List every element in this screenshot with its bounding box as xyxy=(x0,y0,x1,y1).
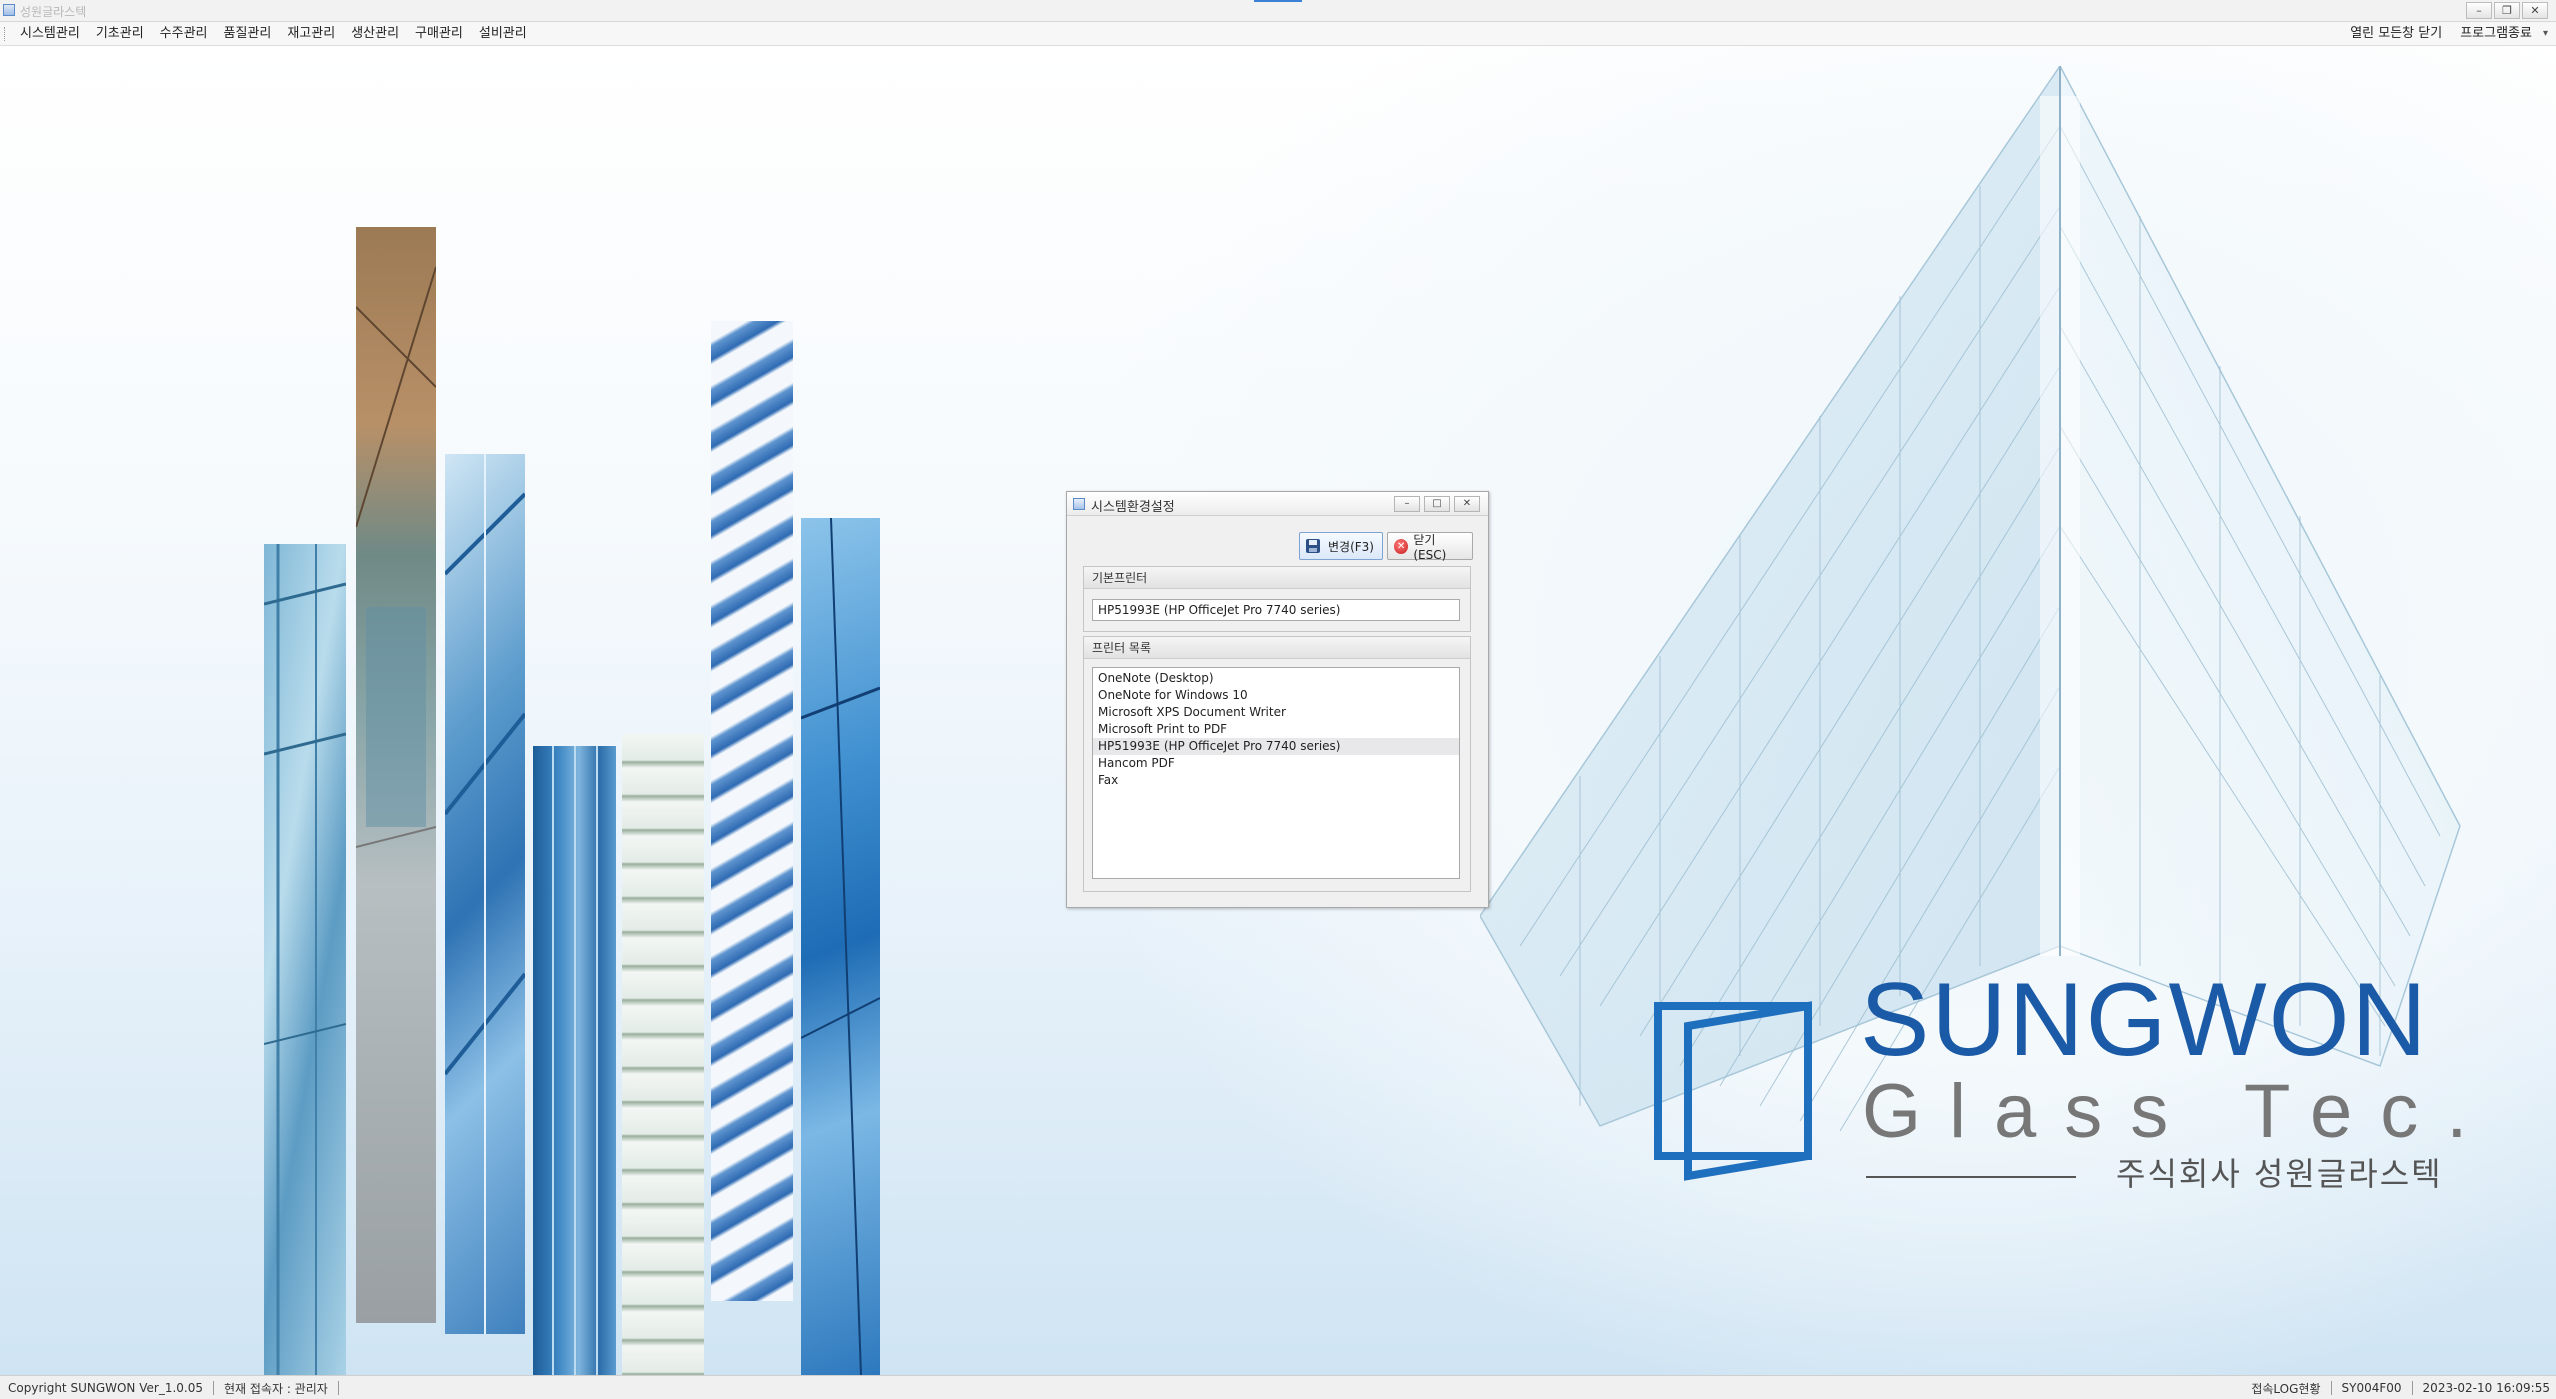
status-separator xyxy=(213,1381,214,1395)
menu-production[interactable]: 생산관리 xyxy=(343,22,407,46)
close-button-label: 닫기(ESC) xyxy=(1413,532,1447,562)
logo-subtitle: Glass Tec. xyxy=(1862,1069,2496,1154)
current-user: 현재 접속자 : 관리자 xyxy=(224,1381,328,1396)
save-button[interactable]: 변경(F3) xyxy=(1299,532,1383,560)
strip-1-pattern xyxy=(264,544,346,1375)
default-printer-field[interactable]: HP51993E (HP OfficeJet Pro 7740 series) xyxy=(1092,599,1460,621)
dialog-maximize-button[interactable]: □ xyxy=(1424,496,1450,512)
close-button[interactable]: ✕ xyxy=(2522,2,2548,19)
status-separator xyxy=(2330,1381,2332,1395)
building-strip-5 xyxy=(622,734,704,1375)
status-separator xyxy=(337,1381,339,1395)
close-all-windows-menu[interactable]: 열린 모든창 닫기 xyxy=(2341,22,2451,46)
default-printer-header: 기본프린터 xyxy=(1084,567,1470,589)
building-strip-3 xyxy=(445,454,525,1334)
exit-program-menu[interactable]: 프로그램종료 xyxy=(2451,22,2541,46)
current-datetime: 2023-02-10 16:09:55 xyxy=(2422,1381,2550,1395)
status-bar: Copyright SUNGWON Ver_1.0.05 현재 접속자 : 관리… xyxy=(0,1375,2556,1399)
dialog-close-button[interactable]: ✕ xyxy=(1454,496,1480,512)
strip-3-pattern xyxy=(445,454,525,1334)
printer-item[interactable]: Microsoft Print to PDF xyxy=(1093,721,1459,738)
printer-item[interactable]: Fax xyxy=(1093,772,1459,789)
restore-button[interactable]: ❐ xyxy=(2494,2,2520,19)
window-title: 성원글라스텍 xyxy=(20,5,87,19)
default-printer-group: 기본프린터 HP51993E (HP OfficeJet Pro 7740 se… xyxy=(1083,566,1471,632)
window-titlebar: 성원글라스텍 – ❐ ✕ xyxy=(0,0,2556,22)
dialog-minimize-button[interactable]: – xyxy=(1394,496,1420,512)
dialog-title: 시스템환경설정 xyxy=(1091,500,1175,515)
printer-item-selected[interactable]: HP51993E (HP OfficeJet Pro 7740 series) xyxy=(1093,738,1459,755)
close-dialog-button[interactable]: ✕ 닫기(ESC) xyxy=(1387,532,1473,562)
building-strip-2 xyxy=(356,227,436,1323)
menu-inventory[interactable]: 재고관리 xyxy=(279,22,343,46)
printer-item[interactable]: OneNote (Desktop) xyxy=(1093,670,1459,687)
copyright-text: Copyright SUNGWON Ver_1.0.05 xyxy=(8,1381,203,1395)
main-menu: 시스템관리 기초관리 수주관리 품질관리 재고관리 생산관리 구매관리 설비관리 xyxy=(12,22,535,46)
printer-item[interactable]: OneNote for Windows 10 xyxy=(1093,687,1459,704)
access-log-link[interactable]: 접속LOG현황 xyxy=(2251,1380,2320,1397)
menu-basic[interactable]: 기초관리 xyxy=(88,22,152,46)
logo-wordmark: SUNGWON xyxy=(1860,962,2429,1078)
logo-divider xyxy=(1866,1176,2076,1178)
sungwon-logo-mark xyxy=(1654,1001,1812,1181)
menu-grip xyxy=(4,27,7,41)
focus-indicator xyxy=(1254,0,1302,2)
menu-equipment[interactable]: 설비관리 xyxy=(471,22,535,46)
save-button-label: 변경(F3) xyxy=(1328,539,1374,554)
building-strip-1 xyxy=(264,544,346,1375)
status-right: 접속LOG현황 SY004F00 2023-02-10 16:09:55 xyxy=(2251,1376,2550,1399)
building-strip-6 xyxy=(711,321,793,1301)
status-separator xyxy=(2411,1381,2413,1395)
app-icon xyxy=(3,4,15,16)
screen-code: SY004F00 xyxy=(2341,1381,2402,1395)
menu-purchasing[interactable]: 구매관리 xyxy=(407,22,471,46)
building-strip-4 xyxy=(533,746,616,1375)
save-icon xyxy=(1306,539,1320,553)
dialog-titlebar[interactable]: 시스템환경설정 – □ ✕ xyxy=(1067,492,1488,516)
printer-list-group: 프린터 목록 OneNote (Desktop) OneNote for Win… xyxy=(1083,636,1471,892)
close-circle-icon: ✕ xyxy=(1394,538,1409,554)
logo-korean-name: 주식회사 성원글라스텍 xyxy=(2116,1155,2443,1193)
strip-4-pattern xyxy=(552,746,598,1375)
menu-bar: 시스템관리 기초관리 수주관리 품질관리 재고관리 생산관리 구매관리 설비관리… xyxy=(0,22,2556,46)
building-strip-7 xyxy=(801,518,880,1375)
status-left: Copyright SUNGWON Ver_1.0.05 현재 접속자 : 관리… xyxy=(8,1376,349,1399)
strip-7-pattern xyxy=(801,518,880,1375)
printer-listbox[interactable]: OneNote (Desktop) OneNote for Windows 10… xyxy=(1092,667,1460,879)
strip-2-pattern xyxy=(356,266,436,848)
printer-list-header: 프린터 목록 xyxy=(1084,637,1470,659)
menu-orders[interactable]: 수주관리 xyxy=(152,22,216,46)
printer-item[interactable]: Hancom PDF xyxy=(1093,755,1459,772)
menu-right-group: 열린 모든창 닫기 프로그램종료 ▾ xyxy=(2341,22,2548,46)
system-settings-dialog: 시스템환경설정 – □ ✕ 변경(F3) ✕ 닫기(ESC) 기본프린터 HP5… xyxy=(1066,491,1489,908)
chevron-down-icon[interactable]: ▾ xyxy=(2541,22,2548,46)
minimize-button[interactable]: – xyxy=(2466,2,2492,19)
menu-system[interactable]: 시스템관리 xyxy=(12,22,88,46)
menu-quality[interactable]: 품질관리 xyxy=(216,22,280,46)
dialog-app-icon xyxy=(1073,498,1085,510)
printer-item[interactable]: Microsoft XPS Document Writer xyxy=(1093,704,1459,721)
